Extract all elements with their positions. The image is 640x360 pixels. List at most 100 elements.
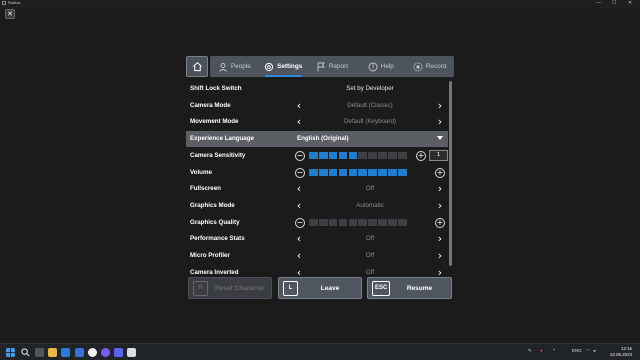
- decrease-button[interactable]: −: [295, 150, 305, 161]
- slider-segment[interactable]: [378, 151, 387, 159]
- chevron-right-icon[interactable]: ›: [435, 199, 445, 212]
- tray-app-icon[interactable]: ●: [540, 348, 543, 353]
- app-icon[interactable]: [75, 348, 84, 357]
- slider-segment[interactable]: [318, 168, 328, 176]
- tab-report[interactable]: Report: [308, 56, 357, 77]
- setting-value: Default (Keyboard): [344, 118, 396, 126]
- tray-pen-icon[interactable]: ✎: [528, 348, 532, 354]
- slider-segment[interactable]: [388, 151, 397, 159]
- clock-date: 22.06.2023: [610, 352, 632, 357]
- slider-segment[interactable]: [388, 218, 397, 226]
- slider-segment[interactable]: [378, 168, 387, 176]
- leave-label: Leave: [320, 285, 340, 292]
- minimize-button[interactable]: —: [596, 0, 601, 7]
- chevron-left-icon[interactable]: ‹: [294, 116, 304, 128]
- wifi-icon[interactable]: ◠: [586, 348, 590, 354]
- chevron-right-icon[interactable]: ›: [435, 116, 445, 128]
- chevron-left-icon[interactable]: ‹: [294, 183, 304, 195]
- setting-value: Off: [365, 268, 375, 276]
- discord-icon[interactable]: [101, 348, 110, 357]
- yandex-browser-icon[interactable]: [88, 348, 97, 357]
- chevron-left-icon[interactable]: ‹: [294, 250, 304, 262]
- slider-segment[interactable]: [309, 218, 318, 226]
- chevron-left-icon[interactable]: ‹: [294, 99, 304, 112]
- leave-button[interactable]: L Leave: [278, 277, 362, 299]
- tab-settings[interactable]: Settings: [259, 56, 308, 77]
- setting-label: Performance Stats: [190, 235, 245, 243]
- tab-people[interactable]: People: [210, 56, 259, 77]
- slider-segment[interactable]: [388, 168, 397, 176]
- reset-character-label: Reset Character: [215, 285, 265, 292]
- increase-button[interactable]: +: [416, 150, 426, 161]
- setting-label: Camera Sensitivity: [190, 151, 246, 159]
- chevron-right-icon[interactable]: ›: [435, 233, 445, 245]
- slider-segment[interactable]: [338, 218, 348, 226]
- slider-segment[interactable]: [309, 168, 318, 176]
- setting-row-experience-language[interactable]: Experience Language English (Original): [186, 131, 448, 148]
- tab-help[interactable]: ? Help: [356, 56, 405, 77]
- search-icon[interactable]: [21, 348, 30, 357]
- chevron-right-icon[interactable]: ›: [435, 99, 445, 112]
- sensitivity-input[interactable]: 1: [429, 149, 448, 161]
- slider-segment[interactable]: [358, 151, 368, 159]
- slider-segment[interactable]: [368, 168, 377, 176]
- close-window-button[interactable]: ✕: [628, 0, 632, 7]
- file-explorer-icon[interactable]: [48, 348, 57, 357]
- slider-segment[interactable]: [309, 151, 318, 159]
- increase-button[interactable]: +: [435, 217, 445, 228]
- increase-button[interactable]: +: [435, 167, 445, 178]
- chevron-left-icon[interactable]: ‹: [294, 199, 304, 212]
- slider-segment[interactable]: [328, 168, 338, 176]
- slider-segment[interactable]: [397, 218, 407, 226]
- slider-segment[interactable]: [348, 218, 358, 226]
- slider-segment[interactable]: [348, 151, 358, 159]
- setting-row-volume: Volume − +: [186, 165, 448, 181]
- task-view-icon[interactable]: [35, 348, 44, 357]
- volume-icon[interactable]: ◂: [593, 348, 595, 354]
- windows-start-icon[interactable]: [6, 348, 15, 357]
- slider-bar[interactable]: [309, 168, 407, 176]
- reset-character-button[interactable]: R Reset Character: [188, 277, 272, 299]
- roblox-taskbar-icon[interactable]: [127, 348, 136, 357]
- slider-bar[interactable]: [309, 218, 407, 226]
- slider-segment[interactable]: [358, 168, 368, 176]
- close-menu-button[interactable]: ✕: [5, 9, 15, 19]
- slider-segment[interactable]: [358, 218, 368, 226]
- tab-record[interactable]: Record: [405, 56, 454, 77]
- slider-segment[interactable]: [338, 168, 348, 176]
- settings-scrollbar[interactable]: [449, 81, 452, 266]
- slider-segment[interactable]: [328, 218, 338, 226]
- slider-segment[interactable]: [318, 151, 328, 159]
- svg-text:?: ?: [371, 64, 374, 71]
- slider-segment[interactable]: [368, 151, 377, 159]
- store-icon[interactable]: [61, 348, 70, 357]
- slider-segment[interactable]: [397, 151, 407, 159]
- decrease-button[interactable]: −: [295, 217, 305, 228]
- decrease-button[interactable]: −: [295, 167, 305, 178]
- slider-segment[interactable]: [397, 168, 407, 176]
- slider-segment[interactable]: [368, 218, 377, 226]
- messenger-icon[interactable]: [114, 348, 123, 357]
- slider-bar[interactable]: [309, 151, 407, 159]
- slider-segment[interactable]: [328, 151, 338, 159]
- setting-label: Camera Mode: [190, 101, 231, 109]
- resume-button[interactable]: ESC Resume: [367, 277, 452, 299]
- tray-up-arrow-icon[interactable]: ⌃: [552, 348, 556, 354]
- chevron-right-icon[interactable]: ›: [435, 250, 445, 262]
- home-button[interactable]: [186, 56, 208, 77]
- flag-icon: [317, 62, 325, 71]
- language-indicator[interactable]: ENG: [572, 348, 582, 353]
- slider-segment[interactable]: [378, 218, 387, 226]
- slider-segment[interactable]: [318, 218, 328, 226]
- taskbar-clock[interactable]: 12:16 22.06.2023: [600, 346, 632, 358]
- maximize-button[interactable]: ☐: [612, 0, 616, 7]
- chevron-right-icon[interactable]: ›: [435, 183, 445, 195]
- slider-segment[interactable]: [348, 168, 358, 176]
- window-titlebar: Roblox — ☐ ✕: [0, 0, 640, 8]
- slider-segment[interactable]: [338, 151, 348, 159]
- dropdown-arrow-icon[interactable]: [437, 136, 443, 141]
- chevron-left-icon[interactable]: ‹: [294, 233, 304, 245]
- home-icon: [192, 61, 202, 72]
- setting-row-micro-profiler: Micro Profiler Off ‹ ›: [186, 248, 448, 264]
- setting-row-camera-mode: Camera Mode Default (Classic) ‹ ›: [186, 98, 448, 114]
